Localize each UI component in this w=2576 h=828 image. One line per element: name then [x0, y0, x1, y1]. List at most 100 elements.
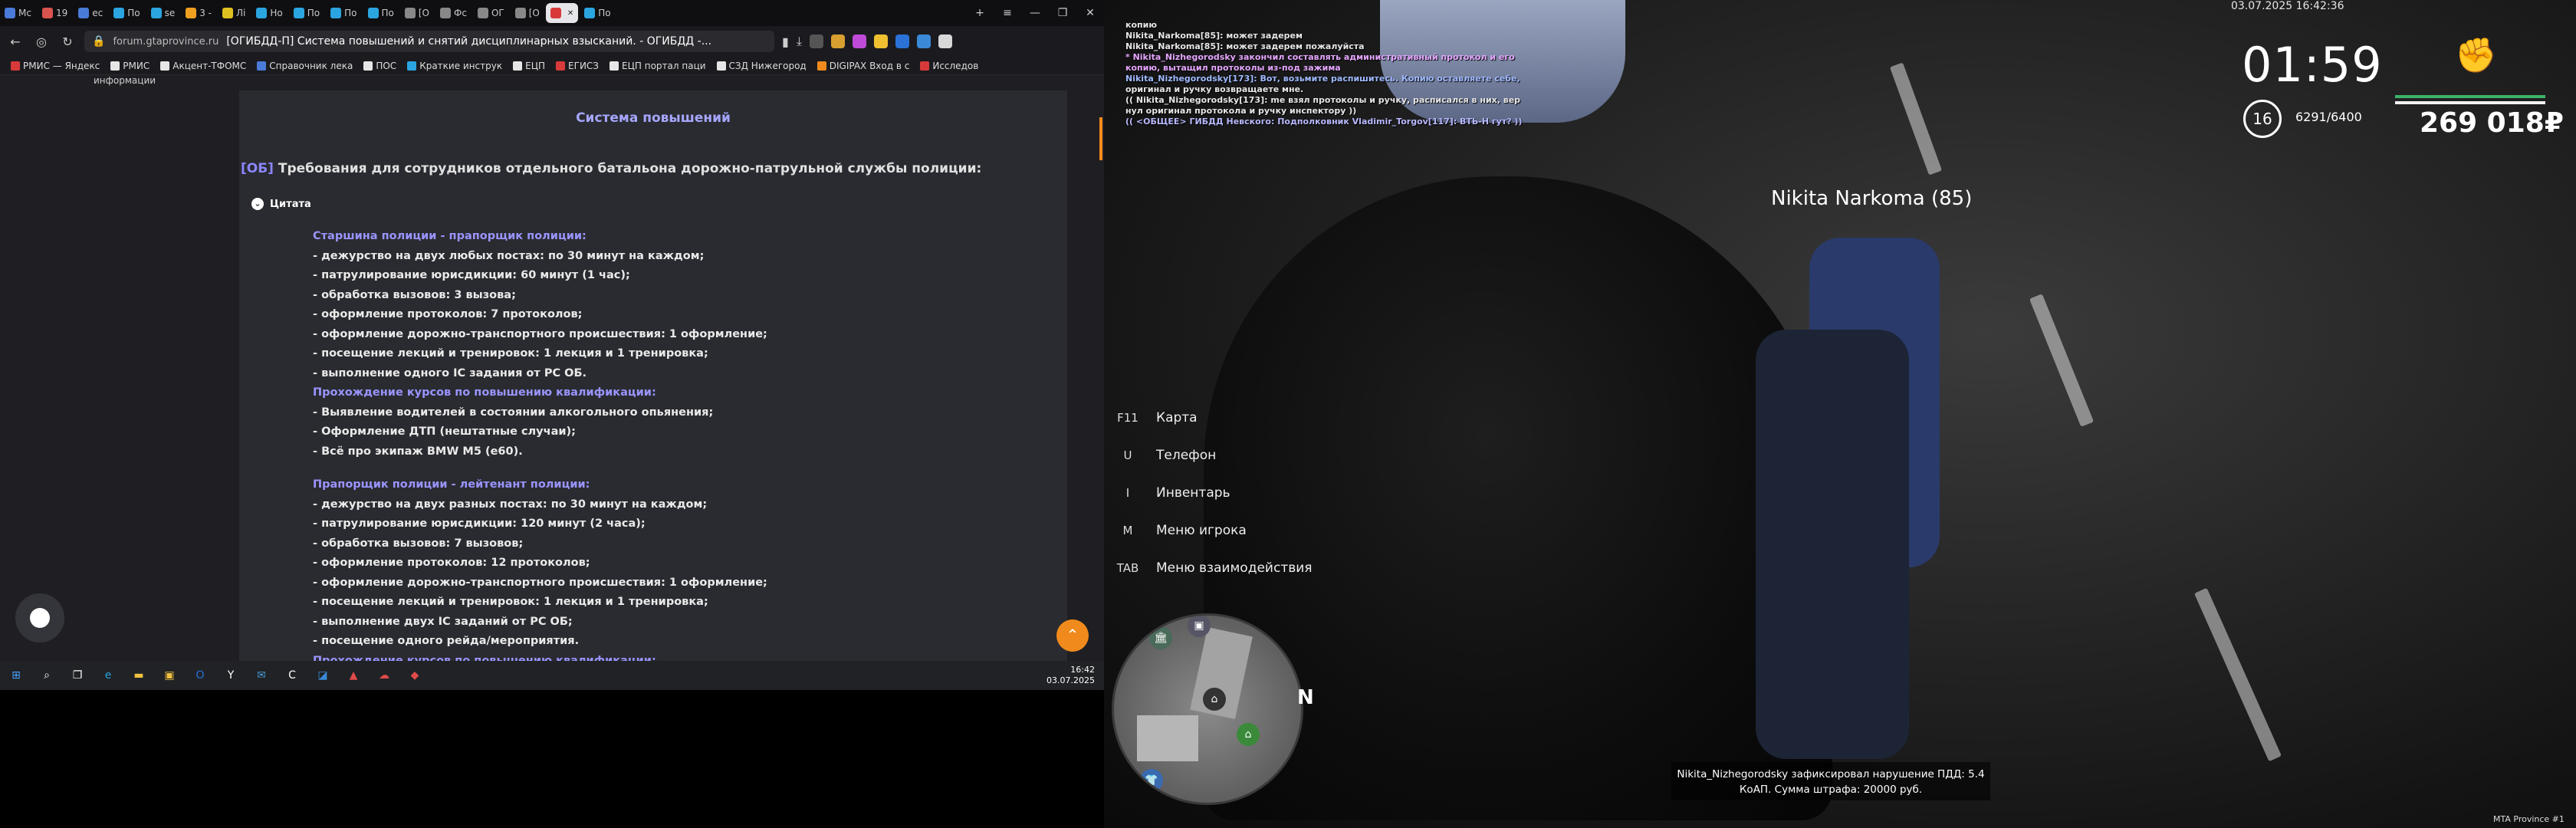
maximize-button[interactable]: ❐: [1049, 7, 1076, 19]
extension-icon[interactable]: [809, 34, 823, 48]
bookmark-item[interactable]: РМИС: [110, 61, 150, 71]
breadcrumb: информации: [94, 75, 156, 86]
bookmark-item[interactable]: Исследов: [920, 61, 978, 71]
game-chat: копию Nikita_Narkoma[85]: может задерем Ni…: [1125, 20, 1524, 127]
menu-item[interactable]: M Меню игрока: [1112, 511, 1313, 549]
quote-line: - оформление протоколов: 7 протоколов;: [313, 308, 583, 320]
download-icon[interactable]: ⤓: [797, 34, 802, 49]
bookmark-item[interactable]: Краткие инструк: [407, 61, 502, 71]
tab-14[interactable]: [О: [511, 3, 544, 23]
tab-favicon-icon: [113, 8, 125, 18]
bookmark-item[interactable]: DIGIPAX Вход в с: [816, 61, 909, 71]
bookmark-item[interactable]: ЕЦП портал паци: [610, 61, 706, 71]
menu-icon[interactable]: ≡: [994, 7, 1021, 19]
quote-line: - оформление дорожно-транспортного проис…: [313, 576, 767, 589]
extension-icon[interactable]: [873, 34, 888, 48]
extension-icon[interactable]: [830, 34, 845, 48]
tab-8[interactable]: По: [289, 3, 324, 23]
tab-favicon-icon: [440, 8, 452, 18]
notice-line: КоАП. Сумма штрафа: 20000 руб.: [1739, 784, 1923, 796]
tab-3[interactable]: По: [109, 3, 144, 23]
taskbar-outlook-icon[interactable]: O: [190, 665, 210, 685]
violation-notice: Nikita_Nizhegorodsky зафиксировал наруше…: [1671, 762, 1990, 800]
taskbar-yandex-icon[interactable]: Y: [221, 665, 241, 685]
menu-label: Меню взаимодействия: [1156, 560, 1313, 576]
left-monitor: Мс 19 ес По se 3 - Лі Но По По По [О Фс ОГ [О ✕ По + ≡ —…: [0, 0, 1104, 690]
menu-item[interactable]: I Инвентарь: [1112, 474, 1313, 511]
tab-label: 19: [55, 8, 68, 18]
minimize-button[interactable]: —: [1021, 7, 1049, 19]
tab-2[interactable]: ес: [74, 3, 107, 23]
quote-line: - посещение лекций и тренировок: 1 лекци…: [313, 596, 708, 608]
menu-item[interactable]: F11 Карта: [1112, 399, 1313, 436]
reload-icon[interactable]: ↻: [58, 34, 77, 49]
taskbar-explorer-icon[interactable]: ▬: [129, 665, 149, 685]
taskbar-clock[interactable]: 16:42 03.07.2025: [1046, 665, 1098, 686]
tab-1[interactable]: 19: [38, 3, 72, 23]
bookmark-icon[interactable]: ▮: [782, 34, 789, 49]
tab-13[interactable]: ОГ: [473, 3, 509, 23]
extension-icon[interactable]: [916, 34, 931, 48]
tab-favicon-icon: [150, 8, 162, 18]
tab-favicon-icon: [367, 8, 379, 18]
taskbar-app-red2-icon[interactable]: ◆: [405, 665, 425, 685]
site-info-icon[interactable]: ◎: [32, 34, 51, 49]
game-screen: копию Nikita_Narkoma[85]: может задерем Ni…: [1104, 0, 2576, 828]
tab-12[interactable]: Фс: [435, 3, 472, 23]
quote-toggle[interactable]: ⌄ Цитата: [251, 198, 311, 210]
close-window-button[interactable]: ✕: [1076, 7, 1104, 19]
tab-6[interactable]: Лі: [218, 3, 250, 23]
tab-favicon-icon: [477, 8, 488, 18]
taskbar-mail-icon[interactable]: ✉: [251, 665, 271, 685]
taskbar-store-icon[interactable]: ▣: [159, 665, 179, 685]
tab-5[interactable]: 3 -: [181, 3, 216, 23]
menu-hotkey: TAB: [1116, 560, 1139, 575]
close-tab-icon[interactable]: ✕: [567, 9, 573, 18]
chat-line: * Nikita_Nizhegorodsky закончил составля…: [1125, 52, 1515, 62]
chat-button[interactable]: [15, 593, 64, 642]
scrollbar-thumb[interactable]: [1099, 117, 1102, 160]
tab-10[interactable]: По: [363, 3, 399, 23]
tab-11[interactable]: [О: [400, 3, 434, 23]
bookmark-favicon-icon: [407, 61, 417, 71]
menu-hotkey: U: [1123, 448, 1132, 462]
tab-label: По: [381, 8, 394, 18]
tab-16[interactable]: По: [580, 3, 615, 23]
taskbar-app-c-icon[interactable]: C: [282, 665, 302, 685]
menu-item[interactable]: TAB Меню взаимодействия: [1112, 549, 1313, 586]
tab-9[interactable]: По: [326, 3, 361, 23]
bookmark-item[interactable]: ЕГИСЗ: [556, 61, 599, 71]
taskbar-task-view-icon[interactable]: ❐: [67, 665, 87, 685]
extension-icon[interactable]: [938, 34, 952, 48]
bookmark-item[interactable]: Акцент-ТФОМС: [160, 61, 246, 71]
extension-icon[interactable]: [852, 34, 866, 48]
bookmark-favicon-icon: [363, 61, 373, 71]
bookmark-item[interactable]: ЕЦП: [513, 61, 545, 71]
tab-4[interactable]: se: [146, 3, 180, 23]
tab-label: Лі: [236, 8, 246, 18]
taskbar-search-icon[interactable]: ⌕: [37, 665, 57, 685]
url-input[interactable]: 🔒 forum.gtaprovince.ru [ОГИБДД-П] Систем…: [84, 31, 774, 52]
quote-line: - дежурство на двух любых постах: по 30 …: [313, 249, 705, 262]
tab-0[interactable]: Мс: [0, 3, 36, 23]
taskbar-app-blue-icon[interactable]: ◪: [313, 665, 333, 685]
new-tab-button[interactable]: +: [966, 7, 994, 19]
back-icon[interactable]: ←: [6, 34, 25, 49]
tab-label: По: [598, 8, 611, 18]
tab-7[interactable]: Но: [251, 3, 287, 23]
bookmark-item[interactable]: СЗД Нижегород: [716, 61, 807, 71]
taskbar-start-icon[interactable]: ⊞: [6, 665, 26, 685]
menu-item[interactable]: U Телефон: [1112, 436, 1313, 474]
scroll-top-button[interactable]: ⌃: [1056, 619, 1089, 652]
tab-label: Фс: [454, 8, 467, 18]
bookmark-label: РМИС — Яндекс: [23, 60, 100, 71]
bookmark-item[interactable]: РМИС — Яндекс: [11, 61, 100, 71]
bookmark-item[interactable]: Справочник лека: [257, 61, 353, 71]
taskbar-app-red-icon[interactable]: ▲: [343, 665, 363, 685]
taskbar-edge-icon[interactable]: e: [98, 665, 118, 685]
bookmark-item[interactable]: ПОС: [363, 61, 396, 71]
taskbar-app-cloud-icon[interactable]: ☁: [374, 665, 394, 685]
tab-15[interactable]: ✕: [545, 3, 579, 23]
bookmark-label: Краткие инструк: [419, 60, 503, 71]
extension-icon[interactable]: [895, 34, 909, 48]
